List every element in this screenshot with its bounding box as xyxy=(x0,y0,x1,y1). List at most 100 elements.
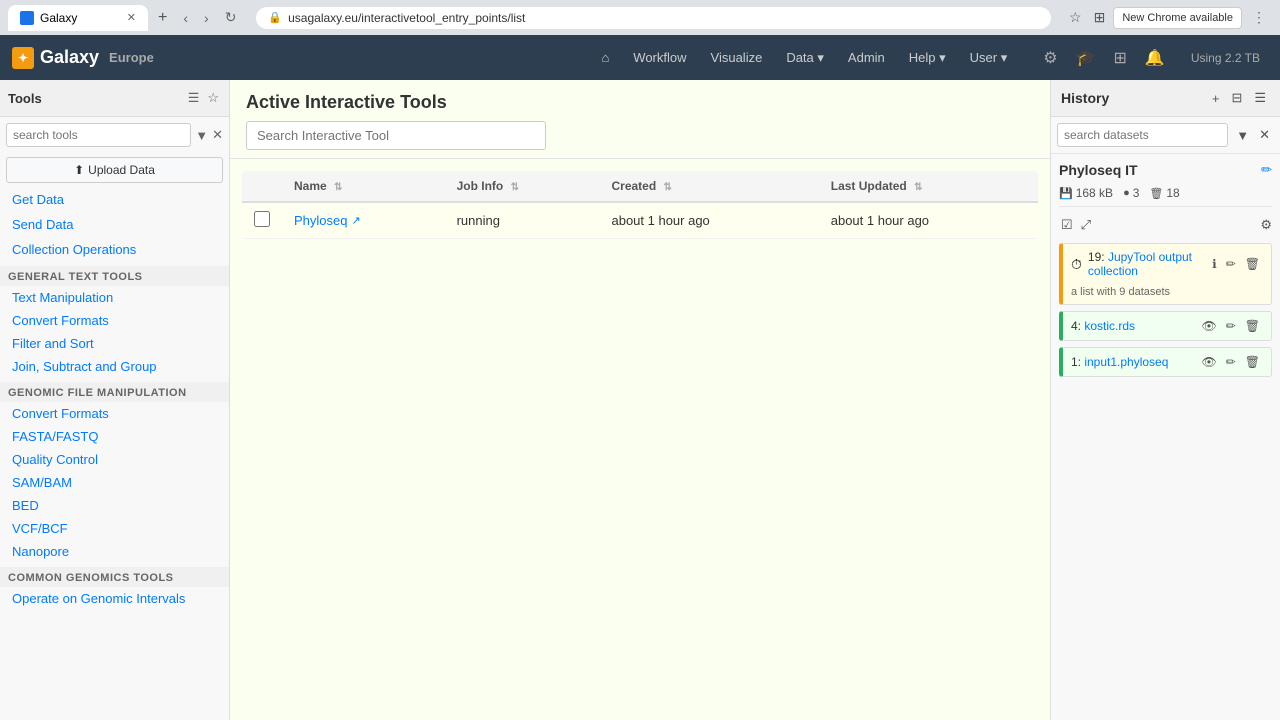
bell-icon-btn[interactable]: 🔔 xyxy=(1139,44,1171,72)
back-button[interactable]: ‹ xyxy=(177,6,194,30)
navbar-icon-group: ⚙ 🎓 ⊞ 🔔 xyxy=(1037,44,1171,72)
sort-created-icon: ⇅ xyxy=(664,182,672,193)
col-job-info[interactable]: Job Info ⇅ xyxy=(445,171,600,202)
table-header: Name ⇅ Job Info ⇅ Created ⇅ Last Updat xyxy=(242,171,1038,202)
item-link-input1[interactable]: input1.phyloseq xyxy=(1084,355,1168,369)
sidebar-item-collection-operations[interactable]: Collection Operations xyxy=(0,237,229,262)
nav-home[interactable]: ⌂ xyxy=(591,44,619,71)
nav-help[interactable]: Help ▾ xyxy=(899,44,956,72)
history-stat-items: 🗑 18 xyxy=(1149,186,1179,200)
nav-user[interactable]: User ▾ xyxy=(960,44,1018,72)
sidebar-section-general-text-tools: GENERAL TEXT TOOLS xyxy=(0,266,229,286)
sidebar-item-join-subtract-group[interactable]: Join, Subtract and Group xyxy=(0,355,229,378)
nav-visualize[interactable]: Visualize xyxy=(701,44,773,71)
history-expand-btn[interactable]: ⤢ xyxy=(1079,215,1093,235)
sidebar-item-operate-genomic-intervals[interactable]: Operate on Genomic Intervals xyxy=(0,587,229,610)
item-subtext-collection: a list with 9 datasets xyxy=(1063,284,1271,304)
tab-close-btn[interactable]: ✕ xyxy=(127,11,136,24)
history-search-input[interactable] xyxy=(1057,123,1228,147)
items-icon: 🗑 xyxy=(1149,187,1163,200)
item-delete-btn-input1[interactable]: 🗑 xyxy=(1242,354,1263,370)
sidebar-item-sam-bam[interactable]: SAM/BAM xyxy=(0,471,229,494)
sidebar-star-btn[interactable]: ☆ xyxy=(205,88,221,108)
history-search-clear-btn[interactable]: ✕ xyxy=(1255,125,1274,145)
item-delete-btn-kostic[interactable]: 🗑 xyxy=(1242,318,1263,334)
history-check-btn[interactable]: ☑ xyxy=(1059,215,1075,235)
new-tab-button[interactable]: + xyxy=(154,5,171,31)
extensions-button[interactable]: ⊞ xyxy=(1090,5,1110,30)
sidebar-item-convert-formats-general[interactable]: Convert Formats xyxy=(0,309,229,332)
logo-text: ✦ xyxy=(18,51,28,65)
sidebar-item-filter-sort[interactable]: Filter and Sort xyxy=(0,332,229,355)
history-edit-btn[interactable]: ✏ xyxy=(1261,162,1272,178)
item-number-name-kostic: 4: kostic.rds xyxy=(1071,319,1192,333)
upload-data-button[interactable]: ⬆ Upload Data xyxy=(6,157,223,183)
item-edit-btn-collection[interactable]: ✏ xyxy=(1223,256,1239,272)
row-name-cell: Phyloseq ↗ xyxy=(282,202,445,239)
nav-admin[interactable]: Admin xyxy=(838,44,895,71)
item-number-name-collection: 19: JupyTool output collection xyxy=(1088,250,1203,278)
search-tools-input[interactable] xyxy=(6,123,191,147)
phyloseq-link[interactable]: Phyloseq ↗ xyxy=(294,213,433,228)
sidebar-item-quality-control[interactable]: Quality Control xyxy=(0,448,229,471)
menu-button[interactable]: ⋮ xyxy=(1246,5,1272,30)
new-chrome-badge: New Chrome available xyxy=(1113,7,1242,29)
sidebar-item-send-data[interactable]: Send Data xyxy=(0,212,229,237)
history-columns-btn[interactable]: ⊟ xyxy=(1227,88,1246,108)
history-stats: 💾 168 kB ● 3 🗑 18 xyxy=(1059,186,1272,207)
col-created[interactable]: Created ⇅ xyxy=(599,171,818,202)
history-header: History + ⊟ ☰ xyxy=(1051,80,1280,117)
item-actions-input1: 👁 ✏ 🗑 xyxy=(1198,354,1263,370)
search-interactive-tool-input[interactable] xyxy=(246,121,546,150)
address-bar[interactable]: 🔒 usagalaxy.eu/interactivetool_entry_poi… xyxy=(256,7,1051,29)
item-edit-btn-input1[interactable]: ✏ xyxy=(1223,354,1239,370)
sidebar-item-text-manipulation[interactable]: Text Manipulation xyxy=(0,286,229,309)
external-link-icon: ↗ xyxy=(351,214,360,227)
forward-button[interactable]: › xyxy=(198,6,215,30)
reload-button[interactable]: ↻ xyxy=(219,5,243,30)
item-link-kostic[interactable]: kostic.rds xyxy=(1084,319,1135,333)
sidebar-item-convert-formats-genomic[interactable]: Convert Formats xyxy=(0,402,229,425)
sidebar-item-bed[interactable]: BED xyxy=(0,494,229,517)
row-checkbox[interactable] xyxy=(254,211,270,227)
history-menu-btn[interactable]: ☰ xyxy=(1250,88,1270,108)
gear-icon-btn[interactable]: ⚙ xyxy=(1037,44,1063,72)
item-edit-btn-kostic[interactable]: ✏ xyxy=(1223,318,1239,334)
col-last-updated[interactable]: Last Updated ⇅ xyxy=(819,171,1038,202)
sidebar-item-vcf-bcf[interactable]: VCF/BCF xyxy=(0,517,229,540)
sidebar-item-nanopore[interactable]: Nanopore xyxy=(0,540,229,563)
nav-workflow[interactable]: Workflow xyxy=(623,44,696,71)
search-filter-btn[interactable]: ▼ xyxy=(195,128,208,143)
graduation-icon-btn[interactable]: 🎓 xyxy=(1070,44,1102,72)
browser-tab[interactable]: Galaxy ✕ xyxy=(8,5,148,31)
nav-data[interactable]: Data ▾ xyxy=(776,44,834,72)
history-new-btn[interactable]: + xyxy=(1208,88,1224,108)
history-panel: History + ⊟ ☰ ▼ ✕ Phyloseq IT ✏ 💾 168 xyxy=(1050,80,1280,720)
sidebar-toggle-btn[interactable]: ☰ xyxy=(186,88,202,108)
sort-name-icon: ⇅ xyxy=(334,182,342,193)
item-delete-btn-collection[interactable]: 🗑 xyxy=(1242,256,1263,272)
item-info-btn-collection[interactable]: ℹ xyxy=(1209,256,1220,272)
row-checkbox-cell[interactable] xyxy=(242,202,282,239)
col-last-updated-label: Last Updated xyxy=(831,179,907,193)
sidebar-item-get-data[interactable]: Get Data xyxy=(0,187,229,212)
history-item-header-kostic: 4: kostic.rds 👁 ✏ 🗑 xyxy=(1063,312,1271,340)
row-job-info-cell: running xyxy=(445,202,600,239)
stat-datasets-value: 3 xyxy=(1133,186,1140,200)
phyloseq-name: Phyloseq xyxy=(294,213,347,228)
item-view-btn-input1[interactable]: 👁 xyxy=(1198,354,1219,370)
history-search-filter-btn[interactable]: ▼ xyxy=(1232,125,1253,145)
history-item-settings-btn[interactable]: ⚙ xyxy=(1260,217,1272,233)
upload-icon: ⬆ xyxy=(74,163,84,177)
sidebar-item-fasta-fastq[interactable]: FASTA/FASTQ xyxy=(0,425,229,448)
navbar-right: Using 2.2 TB xyxy=(1191,51,1268,65)
lock-icon: 🔒 xyxy=(268,11,282,24)
grid-icon-btn[interactable]: ⊞ xyxy=(1108,44,1133,72)
search-clear-btn[interactable]: ✕ xyxy=(212,127,223,143)
search-interactive-tool-row xyxy=(246,121,1034,150)
col-name[interactable]: Name ⇅ xyxy=(282,171,445,202)
storage-usage: Using 2.2 TB xyxy=(1191,51,1260,65)
bookmark-button[interactable]: ☆ xyxy=(1065,5,1086,30)
item-view-btn-kostic[interactable]: 👁 xyxy=(1198,318,1219,334)
history-stat-size: 💾 168 kB xyxy=(1059,186,1113,200)
